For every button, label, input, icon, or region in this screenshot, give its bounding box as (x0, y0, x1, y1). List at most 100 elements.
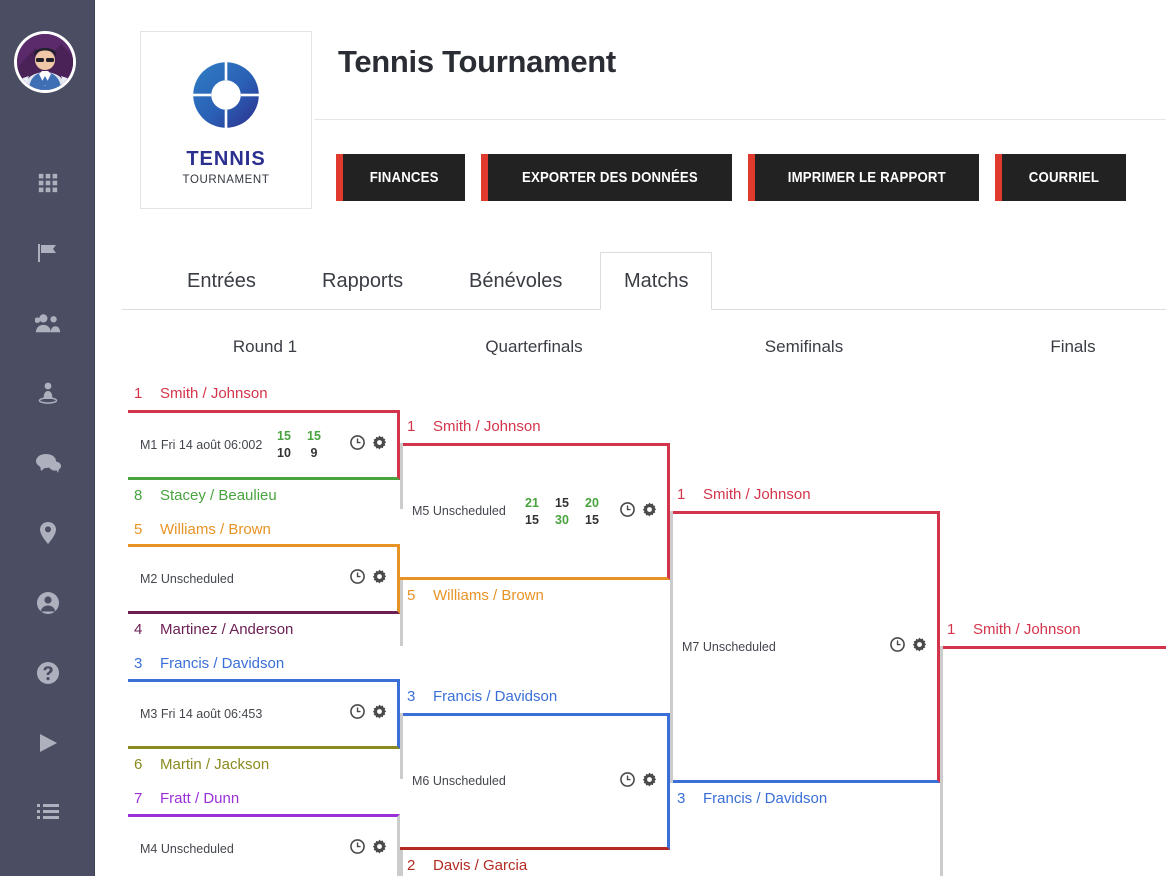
sidebar-item-play[interactable] (0, 710, 95, 780)
slot-name: Fratt / Dunn (160, 790, 240, 807)
slot-qf-4[interactable]: 2 Davis / Garcia (407, 857, 527, 874)
sidebar-item-help[interactable] (0, 640, 95, 710)
score-bottom: 10 (277, 446, 291, 460)
location-pin-icon (39, 521, 57, 550)
slot-name: Smith / Johnson (160, 385, 268, 402)
slot-seed: 5 (407, 587, 416, 604)
clock-icon[interactable] (890, 637, 905, 657)
sidebar-item-list[interactable] (0, 780, 95, 850)
slot-final-1[interactable]: 1 Smith / Johnson (947, 621, 1081, 638)
sidebar-item-person-pin[interactable] (0, 360, 95, 430)
clock-icon[interactable] (620, 501, 635, 522)
sidebar-item-apps[interactable] (0, 150, 95, 220)
slot-r1-6[interactable]: 6 Martin / Jackson (134, 756, 269, 773)
avatar[interactable] (14, 31, 76, 93)
print-report-button[interactable]: IMPRIMER LE RAPPORT (748, 154, 979, 201)
tab-matchs[interactable]: Matchs (600, 252, 713, 310)
slot-seed: 8 (134, 487, 143, 504)
match-scores: 15 10 15 9 (269, 428, 329, 462)
slot-name: Smith / Johnson (973, 621, 1081, 638)
slot-qf-2[interactable]: 5 Williams / Brown (407, 587, 544, 604)
tab-rapports[interactable]: Rapports (299, 252, 426, 310)
match-box-m4[interactable]: M4 Unscheduled (128, 814, 400, 876)
match-box-m7[interactable]: M7 Unscheduled (670, 511, 940, 783)
export-data-button[interactable]: EXPORTER DES DONNÉES (481, 154, 733, 201)
score-top: 15 (555, 495, 569, 510)
tab-benevoles[interactable]: Bénévoles (446, 252, 585, 310)
tab-matchs-label: Matchs (624, 269, 689, 292)
slot-seed: 3 (407, 688, 416, 705)
slot-qf-1[interactable]: 1 Smith / Johnson (407, 418, 541, 435)
slot-seed: 1 (947, 621, 956, 638)
tab-entrees[interactable]: Entrées (164, 252, 279, 310)
slot-name: Francis / Davidson (703, 790, 828, 807)
match-label: M3 Fri 14 août 06:453 (140, 706, 263, 721)
slot-r1-1[interactable]: 1 Smith / Johnson (134, 385, 268, 402)
slot-name: Williams / Brown (160, 521, 271, 538)
round-header-finals: Finals (1050, 337, 1096, 356)
gear-icon[interactable] (642, 502, 657, 522)
clock-icon[interactable] (350, 435, 365, 455)
score-bottom: 9 (310, 446, 318, 460)
sidebar-item-location[interactable] (0, 500, 95, 570)
flag-icon (36, 241, 60, 270)
slot-seed: 7 (134, 790, 143, 807)
match-box-m1[interactable]: M1 Fri 14 août 06:002 15 10 15 9 (128, 410, 400, 480)
match-label: M2 Unscheduled (140, 571, 234, 586)
sidebar-item-people[interactable] (0, 290, 95, 360)
match-box-m5[interactable]: M5 Unscheduled 21 15 15 30 20 15 (400, 443, 670, 580)
logo-title-line2: TOURNAMENT (182, 174, 270, 186)
slot-seed: 3 (677, 790, 686, 807)
finances-button[interactable]: FINANCES (336, 154, 466, 201)
sidebar-item-flag[interactable] (0, 220, 95, 290)
gear-icon[interactable] (372, 704, 387, 724)
round-header-quarterfinals: Quarterfinals (485, 337, 583, 356)
slot-r1-7[interactable]: 7 Fratt / Dunn (134, 790, 239, 807)
sidebar-item-account[interactable] (0, 570, 95, 640)
slot-sf-1[interactable]: 1 Smith / Johnson (677, 486, 811, 503)
gear-icon[interactable] (372, 839, 387, 859)
match-box-m2[interactable]: M2 Unscheduled (128, 544, 400, 614)
slot-seed: 4 (134, 621, 143, 638)
score-bottom: 15 (585, 512, 599, 527)
avatar-figure-icon (17, 34, 73, 90)
clock-icon[interactable] (350, 704, 365, 724)
tab-benevoles-label: Bénévoles (469, 269, 563, 292)
gear-icon[interactable] (912, 637, 927, 657)
slot-name: Smith / Johnson (703, 486, 811, 503)
gear-icon[interactable] (642, 772, 657, 792)
slot-qf-3[interactable]: 3 Francis / Davidson (407, 688, 557, 705)
email-button[interactable]: COURRIEL (994, 154, 1126, 201)
slot-seed: 1 (677, 486, 686, 503)
slot-r1-3[interactable]: 5 Williams / Brown (134, 521, 271, 538)
gear-icon[interactable] (372, 569, 387, 589)
print-report-button-label: IMPRIMER LE RAPPORT (787, 169, 947, 186)
tab-entrees-label: Entrées (187, 269, 256, 292)
score-top: 15 (277, 429, 291, 444)
slot-sf-2[interactable]: 3 Francis / Davidson (677, 790, 827, 807)
export-data-button-label: EXPORTER DES DONNÉES (522, 169, 699, 186)
slot-r1-5[interactable]: 3 Francis / Davidson (134, 655, 284, 672)
finances-button-label: FINANCES (369, 169, 439, 186)
match-box-final[interactable] (940, 646, 1166, 876)
match-box-m3[interactable]: M3 Fri 14 août 06:453 (128, 679, 400, 749)
slot-seed: 1 (134, 385, 143, 402)
slot-r1-2[interactable]: 8 Stacey / Beaulieu (134, 487, 277, 504)
score-bottom: 15 (525, 512, 539, 527)
clock-icon[interactable] (350, 569, 365, 589)
sidebar-item-messages[interactable] (0, 430, 95, 500)
score-bottom: 30 (555, 512, 569, 527)
clock-icon[interactable] (350, 839, 365, 859)
tournament-app: TENNIS TOURNAMENT Tennis Tournament FINA… (0, 0, 1166, 876)
slot-seed: 2 (407, 857, 416, 874)
tab-rapports-label: Rapports (322, 269, 404, 292)
match-box-m6[interactable]: M6 Unscheduled (400, 713, 670, 850)
slot-r1-4[interactable]: 4 Martinez / Anderson (134, 621, 293, 638)
round-header-round1: Round 1 (232, 337, 298, 356)
match-label: M5 Unscheduled (412, 504, 506, 519)
clock-icon[interactable] (620, 771, 635, 792)
action-button-bar: FINANCES EXPORTER DES DONNÉES IMPRIMER L… (336, 154, 1142, 201)
gear-icon[interactable] (372, 435, 387, 455)
match-scores: 21 15 15 30 20 15 (517, 495, 607, 529)
slot-name: Williams / Brown (433, 587, 544, 604)
